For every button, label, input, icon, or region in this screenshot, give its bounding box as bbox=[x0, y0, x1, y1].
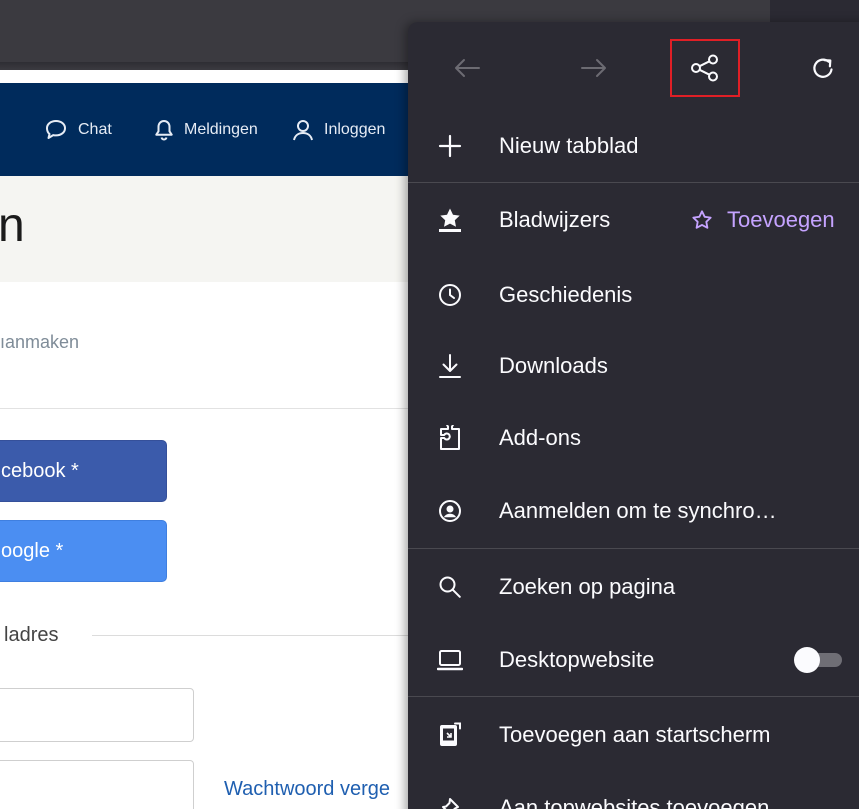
menu-item-label: Zoeken op pagina bbox=[499, 574, 676, 599]
add-bookmark-button[interactable]: Toevoegen bbox=[691, 207, 835, 233]
pin-icon bbox=[436, 794, 464, 809]
forgot-password-link[interactable]: Wachtwoord verge bbox=[224, 778, 410, 801]
reload-button[interactable] bbox=[801, 46, 845, 90]
reload-icon bbox=[813, 58, 833, 78]
menu-item-label: Bladwijzers bbox=[499, 207, 611, 232]
nav-chat-label: Chat bbox=[78, 120, 112, 138]
forward-arrow-icon bbox=[581, 59, 606, 77]
clock-icon bbox=[436, 281, 464, 309]
search-icon bbox=[436, 573, 464, 601]
menu-item-label: Nieuw tabblad bbox=[499, 133, 639, 158]
nav-notifications-label: Meldingen bbox=[184, 120, 258, 138]
laptop-icon bbox=[436, 646, 464, 674]
menu-item-sign-in-sync[interactable]: Aanmelden om te synchro… bbox=[408, 475, 859, 547]
menu-item-label: Desktopwebsite bbox=[499, 647, 655, 672]
chat-bubble-icon bbox=[46, 119, 66, 139]
share-icon bbox=[691, 54, 718, 82]
menu-item-bookmarks[interactable]: Bladwijzers Toevoegen bbox=[408, 184, 859, 256]
add-bookmark-label: Toevoegen bbox=[727, 207, 835, 232]
menu-separator bbox=[408, 182, 859, 183]
menu-item-history[interactable]: Geschiedenis bbox=[408, 259, 859, 331]
create-account-link[interactable]: ıanmaken bbox=[0, 332, 79, 353]
menu-item-new-tab[interactable]: Nieuw tabblad bbox=[408, 110, 859, 182]
facebook-login-button[interactable]: cebook * bbox=[0, 440, 167, 502]
account-icon bbox=[436, 497, 464, 525]
bookmarks-icon bbox=[436, 206, 464, 234]
browser-main-menu: Nieuw tabblad Bladwijzers Toevoegen Gesc… bbox=[408, 22, 859, 809]
menu-separator bbox=[408, 548, 859, 549]
nav-chat-link[interactable]: Chat bbox=[44, 83, 112, 176]
puzzle-icon bbox=[436, 424, 464, 452]
add-to-homescreen-icon bbox=[436, 721, 464, 749]
menu-item-add-to-top-sites[interactable]: Aan topwebsites toevoegen bbox=[408, 772, 859, 809]
menu-item-add-ons[interactable]: Add-ons bbox=[408, 402, 859, 474]
page-title: n bbox=[0, 199, 25, 252]
menu-item-label: Toevoegen aan startscherm bbox=[499, 722, 771, 747]
menu-separator bbox=[408, 696, 859, 697]
facebook-login-label: cebook * bbox=[1, 459, 79, 482]
menu-item-label: Add-ons bbox=[499, 425, 581, 450]
bell-icon bbox=[155, 119, 173, 141]
forward-button[interactable] bbox=[572, 46, 616, 90]
email-input[interactable] bbox=[0, 688, 194, 742]
email-section-divider bbox=[92, 635, 410, 636]
download-icon bbox=[436, 352, 464, 380]
star-outline-icon bbox=[692, 210, 712, 229]
google-login-label: oogle * bbox=[1, 539, 64, 562]
menu-item-label: Aanmelden om te synchro… bbox=[499, 498, 777, 523]
menu-item-find-in-page[interactable]: Zoeken op pagina bbox=[408, 551, 859, 623]
back-button[interactable] bbox=[445, 46, 489, 90]
menu-item-label: Geschiedenis bbox=[499, 282, 633, 307]
nav-login-link[interactable]: Inloggen bbox=[292, 83, 385, 176]
google-login-button[interactable]: oogle * bbox=[0, 520, 167, 582]
menu-item-downloads[interactable]: Downloads bbox=[408, 330, 859, 402]
menu-item-label: Aan topwebsites toevoegen bbox=[499, 795, 770, 809]
menu-item-desktop-site[interactable]: Desktopwebsite bbox=[408, 624, 859, 696]
plus-icon bbox=[436, 132, 464, 160]
toggle-knob bbox=[794, 647, 820, 673]
password-input[interactable] bbox=[0, 760, 194, 809]
back-arrow-icon bbox=[455, 59, 480, 77]
desktop-site-toggle[interactable] bbox=[790, 647, 844, 673]
nav-login-label: Inloggen bbox=[324, 120, 386, 138]
user-icon bbox=[293, 119, 313, 140]
nav-notifications-link[interactable]: Meldingen bbox=[154, 83, 258, 176]
menu-item-label: Downloads bbox=[499, 353, 608, 378]
email-section-label: ladres bbox=[4, 624, 59, 646]
menu-toolbar bbox=[408, 22, 859, 114]
menu-item-add-to-homescreen[interactable]: Toevoegen aan startscherm bbox=[408, 699, 859, 771]
share-button[interactable] bbox=[670, 39, 740, 97]
divider bbox=[0, 408, 410, 409]
